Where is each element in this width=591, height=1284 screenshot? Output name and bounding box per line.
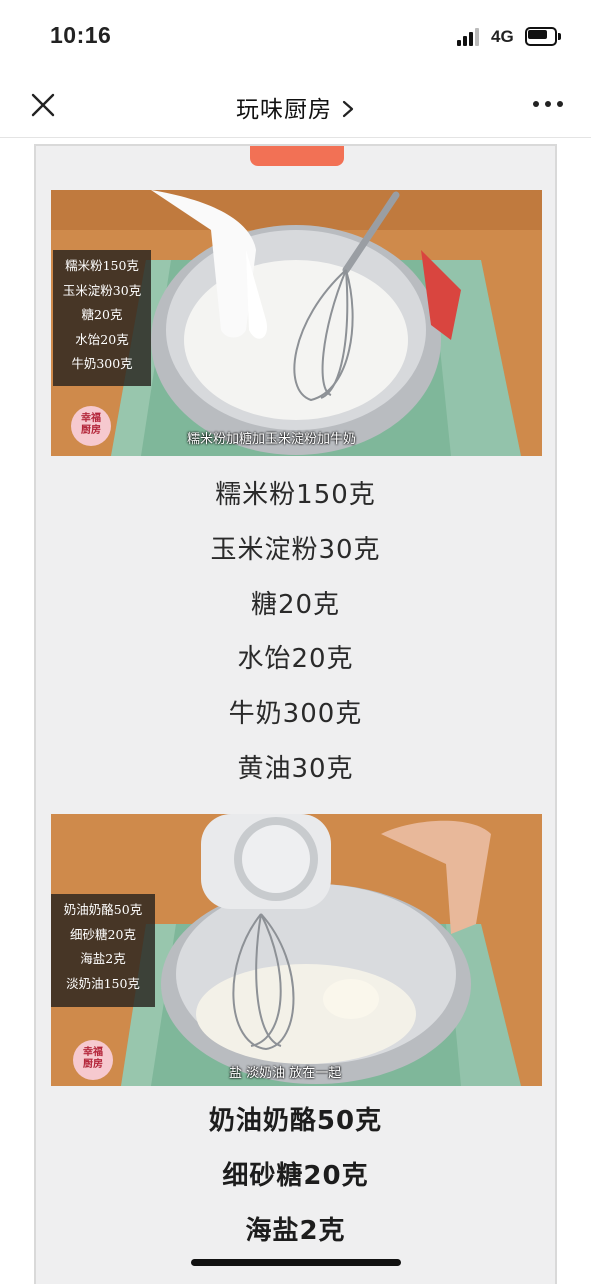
overlay-line: 细砂糖20克 bbox=[70, 926, 136, 942]
ingredient-list: 奶油奶酪50克 细砂糖20克 海盐2克 bbox=[36, 1094, 555, 1258]
brand-stamp-line: 幸福 bbox=[81, 413, 101, 424]
chevron-right-icon bbox=[342, 100, 354, 118]
ingredient-item: 细砂糖20克 bbox=[222, 1160, 369, 1191]
status-time: 10:16 bbox=[50, 22, 112, 48]
overlay-line: 奶油奶酪50克 bbox=[63, 902, 143, 917]
section-tag-badge bbox=[250, 146, 344, 166]
ingredient-item: 奶油奶酪50克 bbox=[208, 1106, 383, 1136]
photo-caption: 糯米粉加糖加玉米淀粉加牛奶 bbox=[187, 432, 357, 447]
overlay-line: 海盐2克 bbox=[80, 951, 126, 966]
network-label: 4G bbox=[491, 27, 514, 46]
photo-caption: 盐 淡奶油 放在一起 bbox=[229, 1066, 342, 1081]
account-link[interactable]: 玩味厨房 bbox=[0, 90, 591, 124]
overlay-line: 糖20克 bbox=[81, 307, 123, 322]
overlay-line: 淡奶油150克 bbox=[66, 975, 140, 991]
ingredient-list: 糯米粉150克 玉米淀粉30克 糖20克 水饴20克 牛奶300克 黄油30克 bbox=[36, 468, 555, 797]
brand-stamp-line: 厨房 bbox=[83, 1059, 103, 1070]
ingredient-item: 玉米淀粉30克 bbox=[210, 534, 381, 565]
overlay-line: 牛奶300克 bbox=[71, 356, 133, 371]
battery-icon bbox=[525, 27, 561, 46]
ingredient-item: 水饴20克 bbox=[237, 644, 354, 675]
ingredient-item: 糖20克 bbox=[250, 589, 341, 620]
recipe-photo-cream: 奶油奶酪50克 细砂糖20克 海盐2克 淡奶油150克 幸福 厨房 盐 淡奶油 … bbox=[51, 814, 542, 1086]
ingredient-item: 黄油30克 bbox=[237, 753, 354, 784]
brand-stamp-line: 幸福 bbox=[83, 1047, 103, 1058]
nav-bar: 玩味厨房 bbox=[0, 76, 591, 138]
ingredient-overlay: 奶油奶酪50克 细砂糖20克 海盐2克 淡奶油150克 bbox=[51, 894, 155, 1007]
ingredient-item: 海盐2克 bbox=[245, 1215, 346, 1246]
brand-stamp-line: 厨房 bbox=[81, 425, 101, 436]
ingredient-item: 糯米粉150克 bbox=[215, 480, 376, 510]
brand-stamp: 幸福 厨房 bbox=[71, 406, 111, 446]
more-icon[interactable] bbox=[532, 98, 564, 112]
recipe-photo-batter: 糯米粉150克 玉米淀粉30克 糖20克 水饴20克 牛奶300克 幸福 厨房 … bbox=[51, 190, 542, 456]
overlay-line: 玉米淀粉30克 bbox=[62, 282, 142, 298]
ingredient-item: 牛奶300克 bbox=[228, 699, 363, 730]
status-bar: 10:16 4G bbox=[0, 0, 591, 76]
home-indicator[interactable] bbox=[191, 1259, 401, 1266]
ingredient-overlay: 糯米粉150克 玉米淀粉30克 糖20克 水饴20克 牛奶300克 bbox=[53, 250, 151, 386]
article-content: 糯米粉150克 玉米淀粉30克 糖20克 水饴20克 牛奶300克 幸福 厨房 … bbox=[34, 144, 557, 1284]
nav-title: 玩味厨房 bbox=[235, 97, 332, 123]
overlay-line: 糯米粉150克 bbox=[65, 258, 139, 273]
brand-stamp: 幸福 厨房 bbox=[73, 1040, 113, 1080]
signal-icon bbox=[457, 28, 485, 46]
overlay-line: 水饴20克 bbox=[75, 331, 129, 347]
